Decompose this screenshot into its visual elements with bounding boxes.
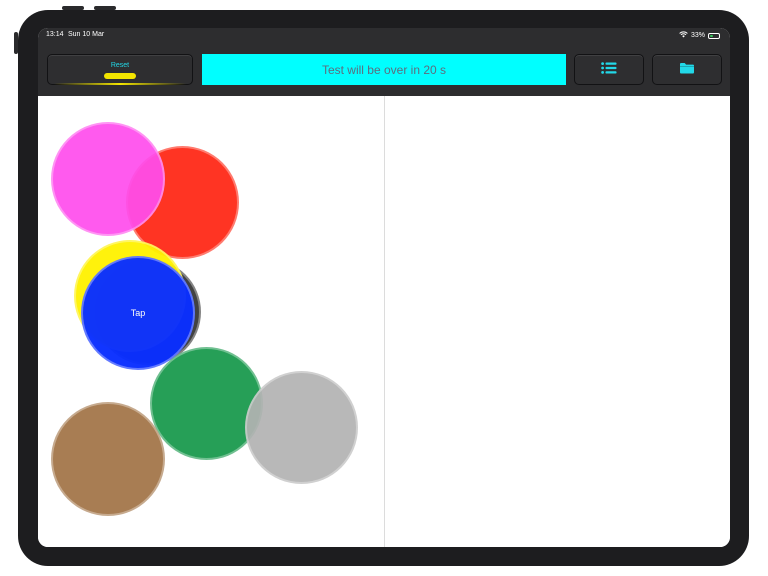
reset-button[interactable]: Reset xyxy=(47,54,193,85)
side-button xyxy=(14,32,18,54)
battery-charging-icon xyxy=(708,32,720,39)
magenta-circle[interactable] xyxy=(51,122,165,236)
battery-percent: 33% xyxy=(690,32,705,39)
test-canvas[interactable]: Tap xyxy=(38,96,730,547)
canvas-divider xyxy=(384,96,385,547)
screen: 13:14 Sun 10 Mar 33% Reset Test will be … xyxy=(38,28,730,547)
list-icon xyxy=(601,61,617,79)
status-date: Sun 10 Mar xyxy=(68,31,105,38)
toolbar: Reset Test will be over in 20 s xyxy=(38,43,730,96)
volume-button-bottom xyxy=(94,6,116,10)
timer-banner: Test will be over in 20 s xyxy=(202,54,566,85)
tap-label: Tap xyxy=(130,308,146,318)
battery-level xyxy=(710,34,713,37)
volume-button-top xyxy=(62,6,84,10)
reset-glow xyxy=(54,83,186,85)
reset-label: Reset xyxy=(110,62,130,69)
reset-indicator xyxy=(104,73,136,79)
list-button[interactable] xyxy=(574,54,644,85)
folder-button[interactable] xyxy=(652,54,722,85)
status-right: 33% xyxy=(679,31,720,40)
status-bar: 13:14 Sun 10 Mar 33% xyxy=(38,28,730,43)
status-time: 13:14 xyxy=(46,31,64,38)
blue-circle[interactable]: Tap xyxy=(81,256,195,370)
folder-icon xyxy=(680,61,695,79)
gray-circle[interactable] xyxy=(245,371,358,484)
wifi-icon xyxy=(679,31,688,40)
green-circle[interactable] xyxy=(150,347,263,460)
timer-message: Test will be over in 20 s xyxy=(321,62,447,77)
brown-circle[interactable] xyxy=(51,402,165,516)
